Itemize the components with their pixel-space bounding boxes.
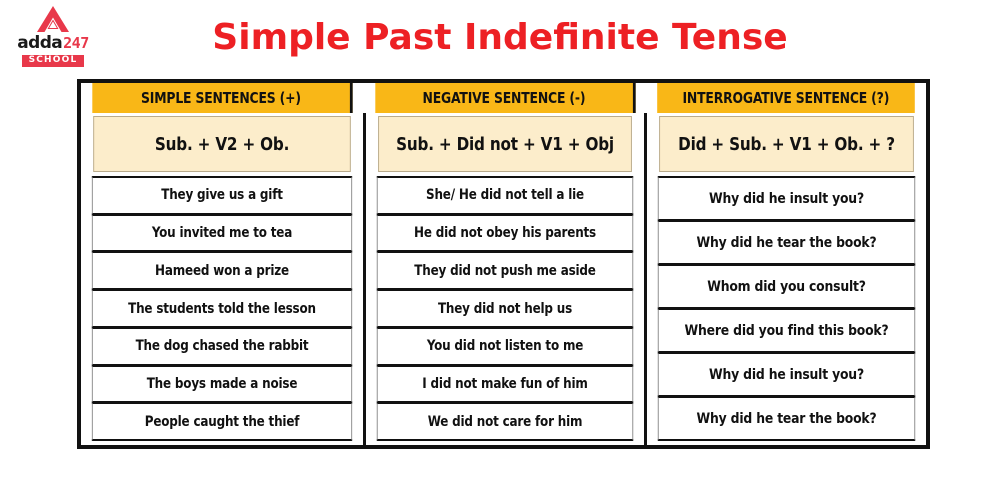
formula-interrogative: Did + Sub. + V1 + Ob. + ?	[659, 116, 914, 172]
table-body: Sub. + V2 + Ob. They give us a gift You …	[81, 113, 926, 445]
sentence-list-interrogative: Why did he insult you? Why did he tear t…	[651, 176, 922, 441]
table-row: Why did he tear the book?	[657, 220, 916, 265]
column-negative-sentences: Sub. + Did not + V1 + Obj She/ He did no…	[366, 113, 647, 445]
table-row: Why did he insult you?	[657, 176, 916, 221]
formula-negative: Sub. + Did not + V1 + Obj	[378, 116, 632, 172]
table-row: Whom did you consult?	[657, 264, 916, 309]
table-row: The students told the lesson	[91, 289, 353, 328]
table-row: Hameed won a prize	[91, 251, 353, 291]
table-row: They did not help us	[376, 289, 634, 328]
tense-table: SIMPLE SENTENCES (+) NEGATIVE SENTENCE (…	[77, 79, 930, 449]
table-row: Where did you find this book?	[657, 308, 916, 353]
table-row: We did not care for him	[376, 402, 634, 442]
column-simple-sentences: Sub. + V2 + Ob. They give us a gift You …	[81, 113, 366, 445]
column-interrogative-sentences: Did + Sub. + V1 + Ob. + ? Why did he ins…	[647, 113, 926, 445]
column-header-interrogative: INTERROGATIVE SENTENCE (?)	[657, 83, 915, 113]
table-row: The boys made a noise	[91, 364, 353, 404]
sentence-list-negative: She/ He did not tell a lie He did not ob…	[370, 176, 640, 442]
page-title: Simple Past Indefinite Tense	[212, 17, 788, 58]
brand-logo: adda 247 SCHOOL	[12, 6, 94, 68]
table-row: People caught the thief	[91, 402, 353, 442]
table-row: She/ He did not tell a lie	[376, 176, 634, 215]
column-header-simple: SIMPLE SENTENCES (+)	[92, 83, 353, 113]
table-row: You did not listen to me	[376, 326, 634, 366]
table-row: They give us a gift	[91, 176, 353, 215]
brand-wordmark: adda 247	[17, 33, 89, 53]
sentence-list-simple: They give us a gift You invited me to te…	[85, 176, 359, 442]
table-row: I did not make fun of him	[376, 364, 634, 404]
column-header-negative: NEGATIVE SENTENCE (-)	[374, 83, 636, 113]
table-row: Why did he tear the book?	[657, 396, 916, 441]
table-row: They did not push me aside	[376, 251, 634, 291]
formula-simple: Sub. + V2 + Ob.	[93, 116, 351, 172]
table-header-row: SIMPLE SENTENCES (+) NEGATIVE SENTENCE (…	[81, 83, 926, 113]
brand-word-secondary: 247	[63, 34, 89, 52]
brand-subtitle: SCHOOL	[21, 55, 85, 67]
brand-word-primary: adda	[17, 33, 63, 53]
table-row: He did not obey his parents	[376, 213, 634, 253]
table-row: You invited me to tea	[91, 213, 353, 253]
adda247-triangle-icon	[37, 6, 69, 32]
table-row: The dog chased the rabbit	[91, 326, 353, 366]
table-row: Why did he insult you?	[657, 352, 916, 397]
tense-chart-page: adda 247 SCHOOL Simple Past Indefinite T…	[0, 0, 996, 501]
